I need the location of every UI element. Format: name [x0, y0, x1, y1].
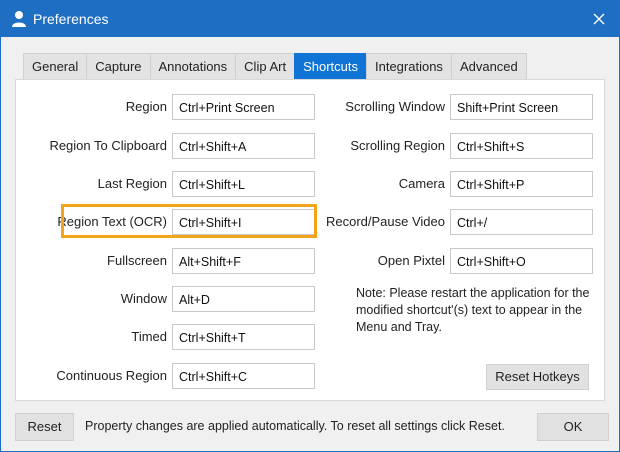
shortcut-input-timed[interactable]: Ctrl+Shift+T [172, 324, 315, 350]
shortcut-label-region: Region [125, 99, 167, 114]
tab-clip-art[interactable]: Clip Art [235, 53, 296, 79]
tab-annotations[interactable]: Annotations [149, 53, 237, 79]
shortcut-input-region-to-clipboard[interactable]: Ctrl+Shift+A [172, 133, 315, 159]
restart-note: Note: Please restart the application for… [356, 286, 590, 334]
title-bar[interactable]: Preferences [1, 1, 619, 37]
shortcut-label-window: Window [120, 291, 167, 306]
tab-general[interactable]: General [23, 53, 88, 79]
shortcut-input-window[interactable]: Alt+D [172, 286, 315, 312]
tab-capture[interactable]: Capture [86, 53, 151, 79]
shortcut-label-continuous-region: Continuous Region [56, 368, 167, 383]
shortcut-label-region-text-ocr: Region Text (OCR) [57, 214, 167, 229]
shortcut-input-camera[interactable]: Ctrl+Shift+P [450, 171, 593, 197]
shortcut-label-scrolling-window: Scrolling Window [345, 99, 445, 114]
shortcut-label-record-pause-video: Record/Pause Video [325, 214, 445, 229]
close-icon [593, 13, 605, 25]
shortcut-input-last-region[interactable]: Ctrl+Shift+L [172, 171, 315, 197]
shortcut-input-continuous-region[interactable]: Ctrl+Shift+C [172, 363, 315, 389]
shortcut-input-record-pause-video[interactable]: Ctrl+/ [450, 209, 593, 235]
shortcut-input-open-pixtel[interactable]: Ctrl+Shift+O [450, 248, 593, 274]
shortcut-label-timed: Timed [131, 329, 167, 344]
shortcut-label-camera: Camera [398, 176, 445, 191]
shortcut-input-region[interactable]: Ctrl+Print Screen [172, 94, 315, 120]
shortcut-label-last-region: Last Region [97, 176, 167, 191]
shortcut-label-scrolling-region: Scrolling Region [350, 138, 445, 153]
tab-integrations[interactable]: Integrations [366, 53, 452, 79]
shortcut-label-fullscreen: Fullscreen [107, 253, 167, 268]
ok-button[interactable]: OK [537, 413, 609, 441]
reset-button[interactable]: Reset [15, 413, 74, 441]
shortcut-input-scrolling-window[interactable]: Shift+Print Screen [450, 94, 593, 120]
close-button[interactable] [585, 5, 613, 33]
tab-shortcuts[interactable]: Shortcuts [294, 53, 367, 79]
shortcuts-panel [15, 79, 605, 401]
preferences-window: Preferences General Capture Annotations … [0, 0, 620, 452]
shortcut-label-open-pixtel: Open Pixtel [377, 253, 445, 268]
tab-advanced[interactable]: Advanced [450, 53, 527, 79]
user-icon [12, 11, 26, 27]
window-title: Preferences [33, 11, 109, 27]
tab-strip: General Capture Annotations Clip Art Sho… [23, 53, 527, 79]
status-message: Property changes are applied automatical… [85, 419, 505, 433]
shortcut-input-fullscreen[interactable]: Alt+Shift+F [172, 248, 315, 274]
shortcut-input-region-text-ocr[interactable]: Ctrl+Shift+I [172, 209, 315, 235]
shortcut-label-region-to-clipboard: Region To Clipboard [49, 138, 167, 153]
shortcut-input-scrolling-region[interactable]: Ctrl+Shift+S [450, 133, 593, 159]
reset-hotkeys-button[interactable]: Reset Hotkeys [486, 364, 589, 390]
